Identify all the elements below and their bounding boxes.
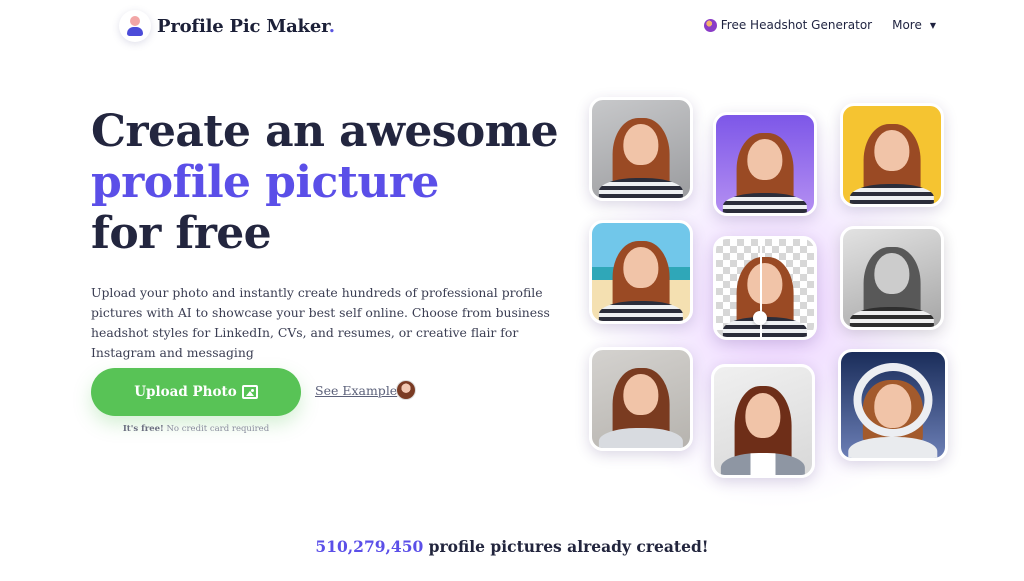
example-photo-gray bbox=[589, 97, 693, 201]
caret-down-icon: ▼ bbox=[929, 20, 936, 30]
example-photo-purple bbox=[713, 112, 817, 216]
upload-photo-button[interactable]: Upload Photo bbox=[91, 368, 301, 416]
stats-suffix: profile pictures already created! bbox=[428, 537, 709, 556]
nav-headshot-label: Free Headshot Generator bbox=[720, 18, 873, 32]
example-photo-portrait bbox=[589, 347, 693, 451]
nav-more-label: More bbox=[892, 18, 922, 32]
upload-photo-label: Upload Photo bbox=[134, 384, 237, 400]
hero-title-line-3: for free bbox=[91, 208, 272, 259]
hero-title-accent: profile picture bbox=[91, 157, 439, 208]
example-avatar[interactable] bbox=[396, 380, 416, 400]
example-photo-beach bbox=[589, 220, 693, 324]
image-icon bbox=[241, 385, 258, 399]
example-photo-grayscale bbox=[840, 226, 944, 330]
see-example-link[interactable]: See Example bbox=[315, 383, 397, 398]
hero-title: Create an awesome profile picture for fr… bbox=[91, 106, 559, 259]
headshot-icon bbox=[703, 18, 717, 32]
free-note: It's free! No credit card required bbox=[91, 424, 301, 434]
nav-free-headshot-generator[interactable]: Free Headshot Generator bbox=[703, 18, 873, 32]
stats-line: 510,279,450 profile pictures already cre… bbox=[0, 537, 1024, 556]
logo-text: Profile Pic Maker. bbox=[157, 15, 335, 37]
top-nav: Free Headshot Generator More ▼ bbox=[684, 18, 936, 32]
hero-description: Upload your photo and instantly create h… bbox=[91, 285, 550, 360]
free-note-text: No credit card required bbox=[166, 424, 270, 434]
example-photo-transparent bbox=[713, 236, 817, 340]
example-photo-yellow bbox=[840, 103, 944, 207]
example-photo-business bbox=[711, 364, 815, 478]
nav-more-dropdown[interactable]: More ▼ bbox=[892, 18, 936, 32]
logo-icon bbox=[119, 10, 151, 42]
logo[interactable]: Profile Pic Maker. bbox=[119, 10, 335, 42]
hero-title-line-1: Create an awesome bbox=[91, 106, 559, 157]
stats-count: 510,279,450 bbox=[315, 537, 424, 556]
compare-slider-handle[interactable] bbox=[753, 310, 768, 325]
example-photo-astronaut bbox=[838, 349, 948, 461]
free-note-bold: It's free! bbox=[122, 424, 164, 434]
